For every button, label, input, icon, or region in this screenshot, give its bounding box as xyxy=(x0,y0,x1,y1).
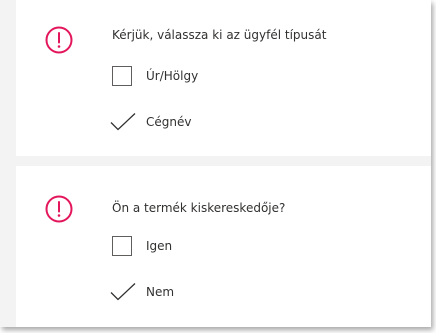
option-label: Úr/Hölgy xyxy=(146,69,199,83)
question-text: Ön a termék kiskereskedője? xyxy=(112,201,286,215)
option-label: Nem xyxy=(146,285,175,299)
option-label: Igen xyxy=(146,239,173,253)
empty-checkbox[interactable] xyxy=(112,236,132,256)
question-text: Kérjük, válassza ki az ügyfél típusát xyxy=(112,28,327,42)
checkmark-icon[interactable] xyxy=(110,282,136,302)
exclamation-circle-icon xyxy=(45,26,73,54)
empty-checkbox[interactable] xyxy=(112,66,132,86)
question-card-customer-type: Kérjük, válassza ki az ügyfél típusát Úr… xyxy=(16,0,431,156)
form-panel: Kérjük, válassza ki az ügyfél típusát Úr… xyxy=(0,0,431,327)
option-ur-holgy[interactable]: Úr/Hölgy xyxy=(112,63,198,89)
option-igen[interactable]: Igen xyxy=(112,233,172,259)
option-nem[interactable]: Nem xyxy=(110,279,175,305)
option-label: Cégnév xyxy=(146,115,192,129)
exclamation-circle-icon xyxy=(45,195,73,223)
option-cegnev[interactable]: Cégnév xyxy=(110,109,192,135)
checkmark-icon[interactable] xyxy=(110,112,136,132)
question-card-retailer: Ön a termék kiskereskedője? Igen Nem xyxy=(16,166,431,327)
